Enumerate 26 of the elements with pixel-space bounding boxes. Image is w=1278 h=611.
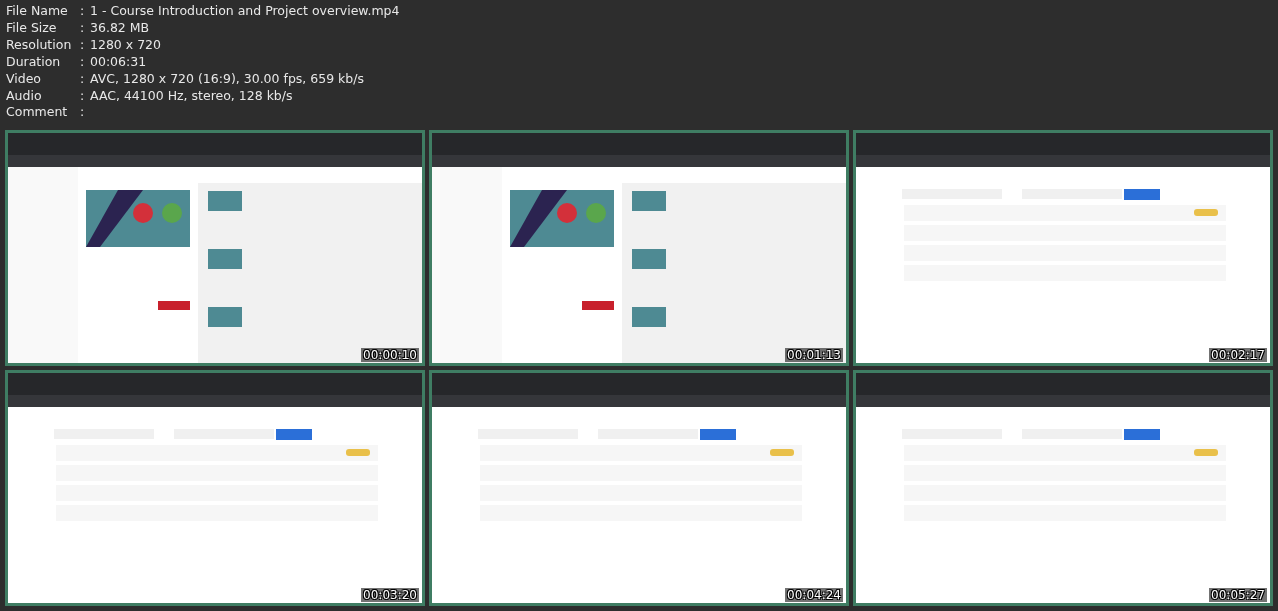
- info-label: File Name: [6, 3, 69, 20]
- colon: :: [80, 36, 86, 54]
- info-label: Resolution: [6, 36, 73, 54]
- info-value: 36.82 MB: [90, 19, 150, 37]
- info-label: File Size: [6, 19, 58, 37]
- timestamp: 00:05:27: [1209, 588, 1267, 603]
- info-value: AVC, 1280 x 720 (16:9), 30.00 fps, 659 kb/s: [90, 70, 365, 88]
- info-label: Duration: [6, 53, 62, 71]
- info-value: 00:06:31: [90, 53, 147, 71]
- timestamp: 00:00:10: [361, 348, 419, 363]
- info-value: 1280 x 720: [90, 36, 161, 54]
- timestamp: 00:01:13: [785, 348, 843, 363]
- colon: :: [80, 87, 86, 105]
- timestamp: 00:03:20: [361, 588, 419, 603]
- colon: :: [80, 3, 86, 20]
- timestamp: 00:02:17: [1209, 348, 1267, 363]
- info-value: AAC, 44100 Hz, stereo, 128 kb/s: [90, 87, 293, 105]
- info-label: Video: [6, 70, 43, 88]
- colon: :: [80, 19, 86, 37]
- colon: :: [80, 104, 86, 122]
- timestamp: 00:04:24: [785, 588, 843, 603]
- colon: :: [80, 70, 86, 88]
- colon: :: [80, 53, 86, 71]
- info-label: Audio: [6, 87, 43, 105]
- info-value: 1 - Course Introduction and Project overview.mp4: [90, 3, 400, 20]
- info-label: Comment: [6, 104, 69, 122]
